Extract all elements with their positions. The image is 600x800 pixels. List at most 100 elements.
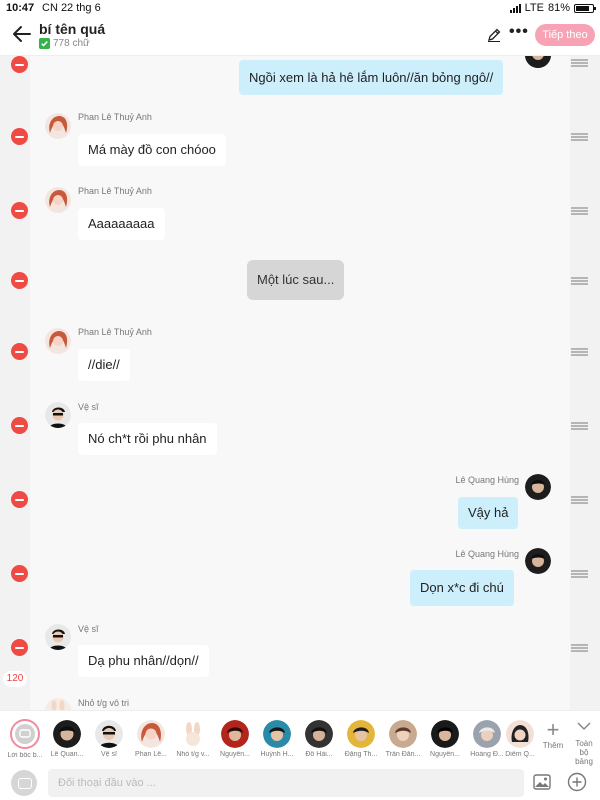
delete-message-button[interactable] — [11, 639, 28, 656]
avatar-hung — [525, 474, 551, 500]
avatar — [179, 720, 207, 748]
character-narration[interactable]: Lời bốc b... — [3, 717, 47, 765]
message-bubble[interactable]: Má mày đồ con chóoo — [78, 134, 226, 166]
drag-handle[interactable] — [571, 348, 588, 356]
character-item[interactable]: Nguyễn... — [423, 717, 467, 765]
battery-icon — [574, 3, 596, 13]
character-item[interactable]: Đặng Th... — [339, 717, 383, 765]
message-bubble[interactable]: Vậy hả — [458, 497, 519, 529]
character-label: Vệ sĩ — [101, 751, 117, 758]
drag-handle[interactable] — [571, 422, 588, 430]
character-label: Diễm Q... — [505, 751, 535, 758]
message-bubble[interactable]: Nó ch*t rồi phu nhân — [78, 423, 217, 455]
character-item[interactable]: Trần Đăn... — [381, 717, 425, 765]
character-label: Trần Đăn... — [385, 751, 421, 758]
delete-message-button[interactable] — [11, 417, 28, 434]
avatar-thuy-anh — [45, 187, 71, 213]
toggle-board-label: Toàn bộ bảng — [575, 739, 593, 766]
narration-bubble[interactable]: Một lúc sau... — [247, 260, 345, 300]
add-icon[interactable] — [567, 772, 587, 792]
delete-message-button[interactable] — [11, 343, 28, 360]
header: bí tên quá 778 chữ ••• Tiếp theo — [0, 16, 600, 56]
more-options-icon[interactable]: ••• — [509, 24, 529, 44]
drag-handle[interactable] — [571, 207, 588, 215]
character-bar: Lời bốc b... Lê Quan... Vệ sĩ Phan Lê...… — [0, 710, 600, 766]
delete-message-button[interactable] — [11, 202, 28, 219]
chat-bubble-icon — [10, 719, 40, 749]
avatar-thuy-anh — [45, 113, 71, 139]
battery-percent: 81% — [547, 2, 570, 14]
character-item[interactable]: Diễm Q... — [498, 717, 542, 765]
status-bar: 10:47 CN 22 thg 6 LTE 81% — [0, 0, 600, 16]
sender-name: Nhỏ t/g vô tri — [78, 698, 130, 708]
character-label: Lời bốc b... — [7, 752, 43, 759]
sender-name: Lê Quang Hùng — [455, 475, 519, 485]
message-type-icon[interactable] — [11, 770, 37, 796]
delete-message-button[interactable] — [11, 565, 28, 582]
message-bubble[interactable]: //die// — [78, 349, 130, 381]
add-character-label: Thêm — [542, 741, 564, 750]
avatar — [473, 720, 501, 748]
pencil-icon[interactable] — [486, 27, 502, 43]
message-bubble[interactable]: Ngồi xem là hả hê lắm luôn//ăn bỏng ngô/… — [239, 60, 504, 95]
status-time: 10:47 — [6, 2, 35, 14]
avatar — [347, 720, 375, 748]
check-icon — [39, 38, 50, 49]
toggle-board-button[interactable]: Toàn bộ bảng — [570, 719, 598, 766]
character-label: Đỗ Hải... — [305, 751, 333, 758]
delete-message-button[interactable] — [11, 491, 28, 508]
avatar — [95, 720, 123, 748]
avatar — [221, 720, 249, 748]
avatar — [305, 720, 333, 748]
character-item[interactable]: Huỳnh H... — [255, 717, 299, 765]
add-character-button[interactable]: + Thêm — [542, 717, 564, 751]
reorder-rail — [570, 56, 600, 710]
character-label: Nguyễn... — [430, 751, 460, 758]
drag-handle[interactable] — [571, 133, 588, 141]
character-ve-si[interactable]: Vệ sĩ — [87, 717, 131, 765]
character-label: Huỳnh H... — [260, 751, 294, 758]
message-bubble[interactable]: Aaaaaaaaa — [78, 208, 165, 240]
avatar — [506, 720, 534, 748]
character-label: Lê Quan... — [50, 751, 84, 758]
drag-handle[interactable] — [571, 496, 588, 504]
avatar-thuy-anh — [45, 328, 71, 354]
character-hung[interactable]: Lê Quan... — [45, 717, 89, 765]
message-bubble[interactable]: Dạ phu nhân//dọn// — [78, 645, 209, 677]
continue-button[interactable]: Tiếp theo — [535, 24, 595, 46]
delete-message-button[interactable] — [11, 128, 28, 145]
status-date: CN 22 thg 6 — [42, 2, 101, 14]
plus-icon: + — [546, 717, 560, 742]
character-item[interactable]: Đỗ Hải... — [297, 717, 341, 765]
avatar — [263, 720, 291, 748]
sender-name: Phan Lê Thuỷ Anh — [78, 186, 152, 196]
avatar-ve-si — [45, 624, 71, 650]
back-arrow-icon[interactable] — [10, 22, 34, 46]
chevron-down-icon — [577, 722, 591, 731]
avatar-ve-si — [45, 402, 71, 428]
signal-icon — [509, 3, 521, 13]
delete-rail — [0, 56, 30, 710]
avatar-hung — [525, 548, 551, 574]
delete-message-button[interactable] — [11, 272, 28, 289]
story-title: bí tên quá — [39, 21, 106, 37]
character-thuy-anh[interactable]: Phan Lê... — [129, 717, 173, 765]
sender-name: Vệ sĩ — [78, 624, 99, 634]
drag-handle[interactable] — [571, 277, 588, 285]
drag-handle[interactable] — [571, 570, 588, 578]
character-label: Phan Lê... — [135, 751, 167, 758]
image-icon[interactable] — [533, 774, 551, 790]
avatar — [431, 720, 459, 748]
delete-message-button[interactable] — [11, 56, 28, 73]
network-label: LTE — [524, 2, 544, 14]
drag-handle[interactable] — [571, 644, 588, 652]
drag-handle[interactable] — [571, 59, 588, 67]
character-label: Nhỏ t/g v... — [176, 751, 210, 758]
character-label: Nguyễn... — [220, 751, 250, 758]
character-author[interactable]: Nhỏ t/g v... — [171, 717, 215, 765]
word-count: 778 chữ — [39, 38, 90, 49]
dialogue-input[interactable] — [48, 769, 524, 797]
character-item[interactable]: Nguyễn... — [213, 717, 257, 765]
message-bubble[interactable]: Dọn x*c đi chú — [410, 570, 514, 606]
chat-area: Ngồi xem là hả hê lắm luôn//ăn bỏng ngô/… — [0, 56, 600, 710]
